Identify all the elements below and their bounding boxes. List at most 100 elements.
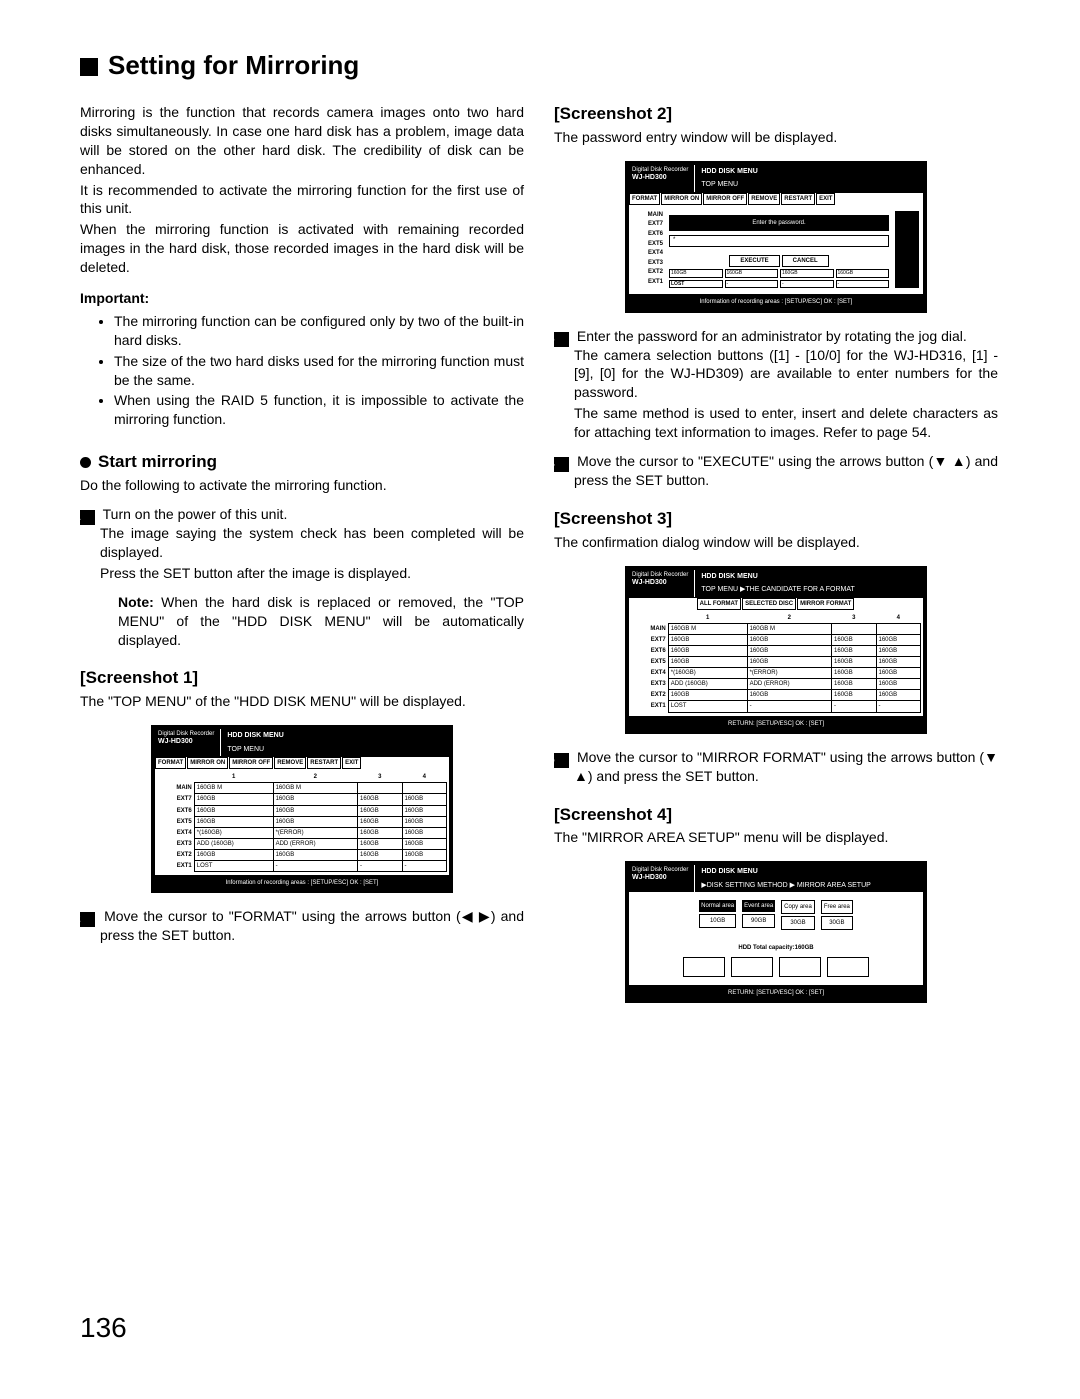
important-bullet: The size of the two hard disks used for … xyxy=(114,352,524,390)
disk-cell: 160GB xyxy=(668,634,747,645)
row-label: EXT4 xyxy=(157,827,194,838)
disk-cell: 160GB xyxy=(876,657,921,668)
disk-cell: 160GB xyxy=(358,805,402,816)
remove-button[interactable]: REMOVE xyxy=(274,757,306,769)
disk-cell: 160GB xyxy=(876,690,921,701)
area-label: Event area xyxy=(742,900,775,912)
intro-p3: When the mirroring function is activated… xyxy=(80,220,524,277)
password-prompt: Enter the password. xyxy=(669,215,889,231)
col-header: 3 xyxy=(358,772,402,783)
row-label: EXT3 xyxy=(157,838,194,849)
empty-cell: - xyxy=(836,280,890,289)
screenshot-2: Digital Disk Recorder WJ-HD300 HDD DISK … xyxy=(554,161,998,313)
mirror-format-tab[interactable]: MIRROR FORMAT xyxy=(797,598,854,610)
row-label: EXT5 xyxy=(631,657,668,668)
disk-cell xyxy=(402,783,447,794)
model-label: WJ-HD300 xyxy=(629,873,691,884)
tiny-cell: 160GB xyxy=(669,269,723,278)
format-button[interactable]: FORMAT xyxy=(155,757,186,769)
disk-cell: 160GB xyxy=(194,794,273,805)
disk-cell: 160GB xyxy=(832,679,876,690)
row-label: EXT2 xyxy=(157,849,194,860)
disk-cell: 160GB xyxy=(358,827,402,838)
disk-status-table: 1 2 3 4 MAIN160GB M160GB MEXT7160GB160GB… xyxy=(631,613,921,713)
title-square-icon xyxy=(80,58,98,76)
all-format-tab[interactable]: ALL FORMAT xyxy=(697,598,741,610)
page-title: Setting for Mirroring xyxy=(108,50,359,81)
empty-box xyxy=(827,957,869,977)
selected-disc-tab[interactable]: SELECTED DISC xyxy=(742,598,796,610)
start-lead: Do the following to activate the mirrori… xyxy=(80,476,524,495)
step-number-icon: 4 xyxy=(554,457,569,472)
total-capacity: HDD Total capacity:160GB xyxy=(635,944,917,952)
col-header: 4 xyxy=(402,772,447,783)
disk-cell: 160GB xyxy=(358,816,402,827)
mirror-off-button[interactable]: MIRROR OFF xyxy=(703,193,747,205)
disk-cell: 160GB xyxy=(747,634,831,645)
note-block: Note: When the hard disk is replaced or … xyxy=(80,593,524,650)
mirror-on-button[interactable]: MIRROR ON xyxy=(661,193,702,205)
screenshot-1: Digital Disk Recorder WJ-HD300 HDD DISK … xyxy=(80,725,524,893)
step1-text-b: The image saying the system check has be… xyxy=(80,524,524,562)
disk-cell: - xyxy=(876,701,921,712)
disk-cell: - xyxy=(358,860,402,871)
exit-button[interactable]: EXIT xyxy=(342,757,361,769)
disk-cell: 160GB xyxy=(832,634,876,645)
remove-button[interactable]: REMOVE xyxy=(748,193,780,205)
area-row: Normal area 10GB Event area 90GB Copy ar… xyxy=(635,900,917,930)
note-label: Note: xyxy=(118,594,154,610)
right-column: [Screenshot 2] The password entry window… xyxy=(554,103,998,1017)
event-area-box: Event area 90GB xyxy=(742,900,775,930)
row-label: EXT4 xyxy=(631,668,668,679)
disk-cell: 160GB xyxy=(273,849,357,860)
disk-cell: 160GB M xyxy=(747,623,831,634)
disk-status-table: 1 2 3 4 MAIN160GB M160GB MEXT7160GB160GB… xyxy=(157,772,447,872)
screenshot-footer: RETURN: [SETUP/ESC] OK : [SET] xyxy=(629,987,923,999)
disk-cell: 160GB M xyxy=(194,783,273,794)
execute-button[interactable]: EXECUTE xyxy=(729,255,779,267)
disk-cell: ADD (160GB) xyxy=(668,679,747,690)
disk-cell: 160GB xyxy=(832,646,876,657)
mirror-on-button[interactable]: MIRROR ON xyxy=(187,757,228,769)
screenshot3-lead: The confirmation dialog window will be d… xyxy=(554,533,998,552)
password-input[interactable]: * xyxy=(669,235,889,247)
cancel-button[interactable]: CANCEL xyxy=(782,255,829,267)
disk-cell: 160GB xyxy=(876,634,921,645)
recorder-label: Digital Disk Recorder xyxy=(629,865,691,873)
format-button[interactable]: FORMAT xyxy=(629,193,660,205)
step-2: 2 Move the cursor to "FORMAT" using the … xyxy=(80,907,524,945)
disk-cell: 160GB xyxy=(358,838,402,849)
disk-cell: 160GB xyxy=(402,838,447,849)
empty-box xyxy=(731,957,773,977)
disk-cell: 160GB xyxy=(747,646,831,657)
disk-cell: 160GB xyxy=(668,646,747,657)
disk-cell: 160GB xyxy=(273,805,357,816)
recorder-label: Digital Disk Recorder xyxy=(155,729,217,737)
disk-cell: 160GB xyxy=(402,849,447,860)
password-sidebar xyxy=(895,211,919,289)
disk-cell: *(160GB) xyxy=(668,668,747,679)
recorder-label: Digital Disk Recorder xyxy=(629,570,691,578)
col-header: 1 xyxy=(668,613,747,624)
area-label: Normal area xyxy=(699,900,736,912)
disk-cell xyxy=(832,623,876,634)
exit-button[interactable]: EXIT xyxy=(816,193,835,205)
restart-button[interactable]: RESTART xyxy=(307,757,341,769)
menu-button-row: FORMAT MIRROR ON MIRROR OFF REMOVE RESTA… xyxy=(155,757,449,769)
disk-cell: 160GB xyxy=(194,849,273,860)
step3-text-c: The same method is used to enter, insert… xyxy=(554,404,998,442)
mirror-off-button[interactable]: MIRROR OFF xyxy=(229,757,273,769)
disk-cell: 160GB xyxy=(747,690,831,701)
note-text: When the hard disk is replaced or remove… xyxy=(118,594,524,648)
disk-cell: *(160GB) xyxy=(194,827,273,838)
disk-cell: 160GB xyxy=(832,657,876,668)
disk-cell: 160GB xyxy=(358,794,402,805)
restart-button[interactable]: RESTART xyxy=(781,193,815,205)
disk-cell: ADD (160GB) xyxy=(194,838,273,849)
menu-title: HDD DISK MENU xyxy=(698,570,923,583)
step3-text-b: The camera selection buttons ([1] - [10/… xyxy=(554,346,998,403)
row-label: EXT1 xyxy=(157,860,194,871)
disk-cell: 160GB xyxy=(402,827,447,838)
row-label: EXT7 xyxy=(157,794,194,805)
tiny-cell: 160GB xyxy=(836,269,890,278)
